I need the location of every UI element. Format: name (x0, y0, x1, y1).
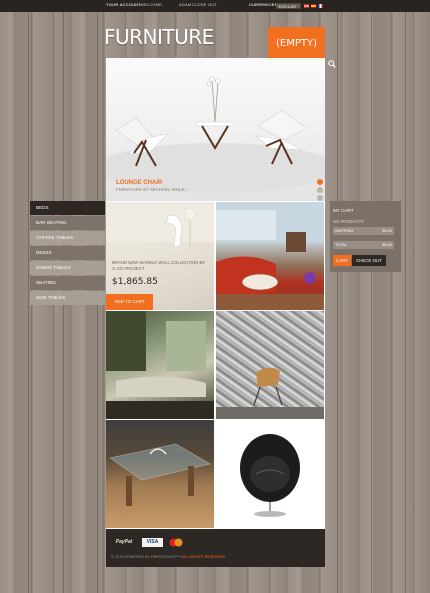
slider-dot-2[interactable] (317, 187, 323, 193)
slider-dot-3[interactable] (317, 195, 323, 201)
living-room-tile[interactable] (216, 202, 324, 310)
add-to-cart-button[interactable]: ADD TO CART (106, 294, 153, 310)
egg-chair-tile[interactable] (216, 420, 324, 528)
egg-chair-image (240, 434, 300, 517)
english-flag-icon[interactable] (304, 4, 309, 8)
slide-subtitle[interactable]: FURNITURE BY MICHAEL WOLK › (116, 187, 188, 192)
welcome-text: WELCOME, (140, 2, 164, 7)
green-sofa-image (106, 311, 214, 419)
category-desks[interactable]: DESKS (30, 246, 105, 260)
shipping-label: SHIPPING (335, 229, 354, 233)
main-column: LOUNGE CHAIR FURNITURE BY MICHAEL WOLK ›… (106, 58, 325, 567)
red-sofa-image (216, 202, 324, 310)
category-seating[interactable]: SEATING (30, 276, 105, 290)
promo-description: BRAND NEW MARBLE WALL COLLECTION BY G GO… (112, 260, 206, 271)
promo-price: $1,865.85 (112, 277, 158, 287)
category-beds[interactable]: BEDS (30, 201, 105, 215)
shipping-value: $0.00 (382, 229, 392, 233)
category-dining-tables[interactable]: DINING TABLES (30, 261, 105, 275)
my-cart-title: MY CART (333, 208, 354, 213)
spanish-flag-icon[interactable] (311, 4, 316, 8)
slider-pagination (317, 179, 323, 201)
close-out-link[interactable]: CLOSE OUT (192, 2, 217, 7)
currency-select[interactable]: Dollar (276, 3, 301, 9)
rights-link[interactable]: ALL RIGHTS RESERVED (181, 555, 225, 559)
site-logo[interactable]: FURNITURE (104, 25, 214, 49)
category-coffee-tables[interactable]: COFFEE TABLES (30, 231, 105, 245)
footer: PayPal VISA © 2013 POWERED BY PRESTASHOP… (106, 529, 325, 567)
slide-title[interactable]: LOUNGE CHAIR (116, 180, 162, 186)
my-cart-panel: MY CART NO PRODUCTS SHIPPING $0.00 TOTAL… (330, 201, 401, 272)
promo-tile[interactable]: BRAND NEW MARBLE WALL COLLECTION BY G GO… (106, 202, 214, 310)
cart-button[interactable]: CART (333, 255, 351, 266)
featured-slider[interactable]: LOUNGE CHAIR FURNITURE BY MICHAEL WOLK › (106, 58, 325, 201)
french-flag-icon[interactable] (318, 4, 323, 8)
cart-empty-text: NO PRODUCTS (333, 219, 364, 224)
total-row: TOTAL $0.00 (333, 241, 394, 249)
user-name: ADAM (179, 2, 192, 7)
paypal-logo: PayPal (115, 539, 133, 545)
checkout-button[interactable]: CHECK OUT (352, 255, 386, 266)
category-bar-seating[interactable]: BAR SEATING (30, 216, 105, 230)
top-bar: YOUR ACCOUNT WELCOME, ADAM CLOSE OUT CUR… (0, 0, 430, 12)
visa-logo: VISA (142, 538, 163, 547)
header-cart-button[interactable]: (EMPTY) (268, 27, 325, 58)
category-menu: BEDS BAR SEATING COFFEE TABLES DESKS DIN… (30, 201, 105, 306)
total-value: $0.00 (382, 243, 392, 247)
white-wall-tile[interactable] (216, 311, 324, 419)
green-interior-tile[interactable] (106, 311, 214, 419)
shipping-row: SHIPPING $0.00 (333, 227, 394, 235)
mastercard-icon (169, 538, 183, 547)
wooden-chair-image (216, 367, 324, 419)
currency-value: Dollar (279, 4, 297, 9)
glass-table-image (109, 443, 212, 506)
copyright-text: © 2013 POWERED BY PRESTASHOP™ (111, 555, 181, 559)
total-label: TOTAL (335, 243, 347, 247)
category-side-tables[interactable]: SIDE TABLES (30, 291, 105, 305)
search-icon[interactable] (328, 60, 336, 68)
copyright: © 2013 POWERED BY PRESTASHOP™ ALL RIGHTS… (111, 555, 225, 559)
your-account-link[interactable]: YOUR ACCOUNT (106, 2, 141, 7)
white-chair-image (106, 202, 214, 247)
currencies-label: CURRENCIES (249, 2, 278, 7)
coffee-table-tile[interactable] (106, 420, 214, 528)
slider-dot-1[interactable] (317, 179, 323, 185)
